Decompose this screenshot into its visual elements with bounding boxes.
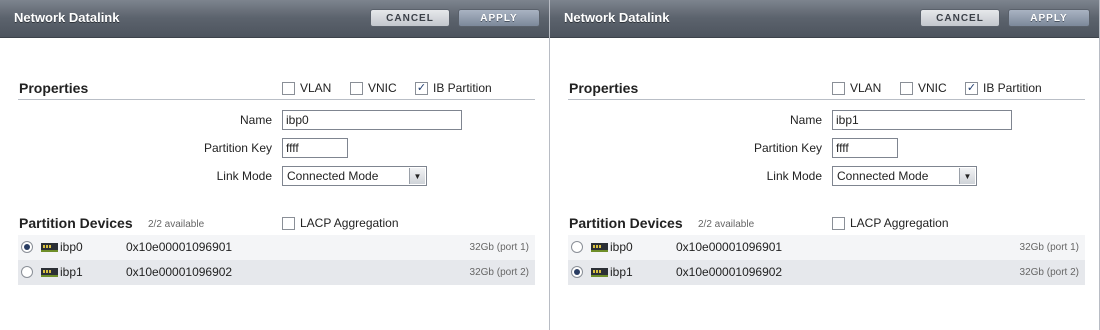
partition-key-label: Partition Key: [203, 141, 272, 155]
device-guid: 0x10e00001096902: [676, 265, 783, 279]
link-mode-select[interactable]: Connected Mode ▼: [832, 166, 977, 186]
vnic-checkbox-box[interactable]: [900, 81, 913, 95]
ib-partition-label: IB Partition: [983, 81, 1042, 95]
properties-divider: [568, 99, 1085, 100]
network-datalink-dialog-1: Network Datalink CANCEL APPLY Properties…: [0, 0, 550, 330]
device-row[interactable]: ibp0 0x10e00001096901 32Gb (port 1): [568, 235, 1085, 260]
available-count: 2/2 available: [148, 219, 205, 230]
device-name: ibp0: [60, 240, 83, 254]
partition-key-input[interactable]: [282, 138, 348, 158]
dialog-titlebar: Network Datalink CANCEL APPLY: [0, 0, 549, 38]
dialog-titlebar: Network Datalink CANCEL APPLY: [550, 0, 1099, 38]
vlan-checkbox-box[interactable]: [282, 81, 295, 95]
network-card-icon: [41, 268, 58, 277]
device-name: ibp0: [610, 240, 633, 254]
vlan-checkbox-box[interactable]: [832, 81, 845, 95]
vnic-checkbox[interactable]: VNIC: [350, 81, 397, 95]
device-speed: 32Gb (port 1): [1019, 242, 1079, 253]
vnic-checkbox[interactable]: VNIC: [900, 81, 947, 95]
vlan-checkbox[interactable]: VLAN: [282, 81, 331, 95]
ib-partition-checkbox[interactable]: ✓ IB Partition: [415, 81, 492, 95]
device-radio[interactable]: [21, 241, 33, 253]
lacp-checkbox-box[interactable]: [282, 216, 295, 230]
properties-divider: [18, 99, 535, 100]
link-mode-value: Connected Mode: [287, 169, 379, 183]
dialog-title: Network Datalink: [14, 10, 120, 25]
device-radio[interactable]: [571, 241, 583, 253]
device-guid: 0x10e00001096901: [126, 240, 233, 254]
name-input[interactable]: [282, 110, 462, 130]
ib-partition-checkbox[interactable]: ✓ IB Partition: [965, 81, 1042, 95]
chevron-down-icon[interactable]: ▼: [409, 168, 425, 184]
vnic-checkbox-box[interactable]: [350, 81, 363, 95]
device-speed: 32Gb (port 2): [1019, 267, 1079, 278]
partition-key-label: Partition Key: [753, 141, 822, 155]
apply-button[interactable]: APPLY: [1008, 9, 1090, 27]
dialog-title: Network Datalink: [564, 10, 670, 25]
device-row[interactable]: ibp0 0x10e00001096901 32Gb (port 1): [18, 235, 535, 260]
ib-partition-checkbox-box[interactable]: ✓: [415, 81, 428, 95]
lacp-aggregation-checkbox[interactable]: LACP Aggregation: [282, 216, 399, 230]
partition-key-input[interactable]: [832, 138, 898, 158]
ib-partition-label: IB Partition: [433, 81, 492, 95]
vnic-label: VNIC: [368, 81, 397, 95]
device-radio[interactable]: [571, 266, 583, 278]
lacp-label: LACP Aggregation: [300, 216, 399, 230]
cancel-button[interactable]: CANCEL: [920, 9, 1000, 27]
cancel-button[interactable]: CANCEL: [370, 9, 450, 27]
device-row[interactable]: ibp1 0x10e00001096902 32Gb (port 2): [568, 260, 1085, 285]
chevron-down-icon[interactable]: ▼: [959, 168, 975, 184]
properties-heading: Properties: [569, 80, 639, 96]
device-speed: 32Gb (port 2): [469, 267, 529, 278]
vlan-label: VLAN: [850, 81, 882, 95]
vlan-label: VLAN: [300, 81, 332, 95]
name-label: Name: [789, 113, 822, 127]
lacp-label: LACP Aggregation: [850, 216, 949, 230]
partition-devices-heading: Partition Devices: [19, 215, 133, 231]
available-count: 2/2 available: [698, 219, 755, 230]
device-name: ibp1: [610, 265, 633, 279]
link-mode-value: Connected Mode: [837, 169, 929, 183]
link-mode-label: Link Mode: [766, 169, 822, 183]
lacp-aggregation-checkbox[interactable]: LACP Aggregation: [832, 216, 949, 230]
properties-heading: Properties: [19, 80, 89, 96]
vnic-label: VNIC: [918, 81, 947, 95]
partition-devices-heading: Partition Devices: [569, 215, 683, 231]
vlan-checkbox[interactable]: VLAN: [832, 81, 881, 95]
link-mode-label: Link Mode: [216, 169, 272, 183]
lacp-checkbox-box[interactable]: [832, 216, 845, 230]
device-name: ibp1: [60, 265, 83, 279]
device-guid: 0x10e00001096901: [676, 240, 783, 254]
network-card-icon: [591, 243, 608, 252]
device-radio[interactable]: [21, 266, 33, 278]
device-row[interactable]: ibp1 0x10e00001096902 32Gb (port 2): [18, 260, 535, 285]
network-datalink-dialog-2: Network Datalink CANCEL APPLY Properties…: [550, 0, 1100, 330]
link-mode-select[interactable]: Connected Mode ▼: [282, 166, 427, 186]
device-guid: 0x10e00001096902: [126, 265, 233, 279]
name-input[interactable]: [832, 110, 1012, 130]
network-card-icon: [41, 243, 58, 252]
apply-button[interactable]: APPLY: [458, 9, 540, 27]
ib-partition-checkbox-box[interactable]: ✓: [965, 81, 978, 95]
name-label: Name: [239, 113, 272, 127]
network-card-icon: [591, 268, 608, 277]
device-speed: 32Gb (port 1): [469, 242, 529, 253]
